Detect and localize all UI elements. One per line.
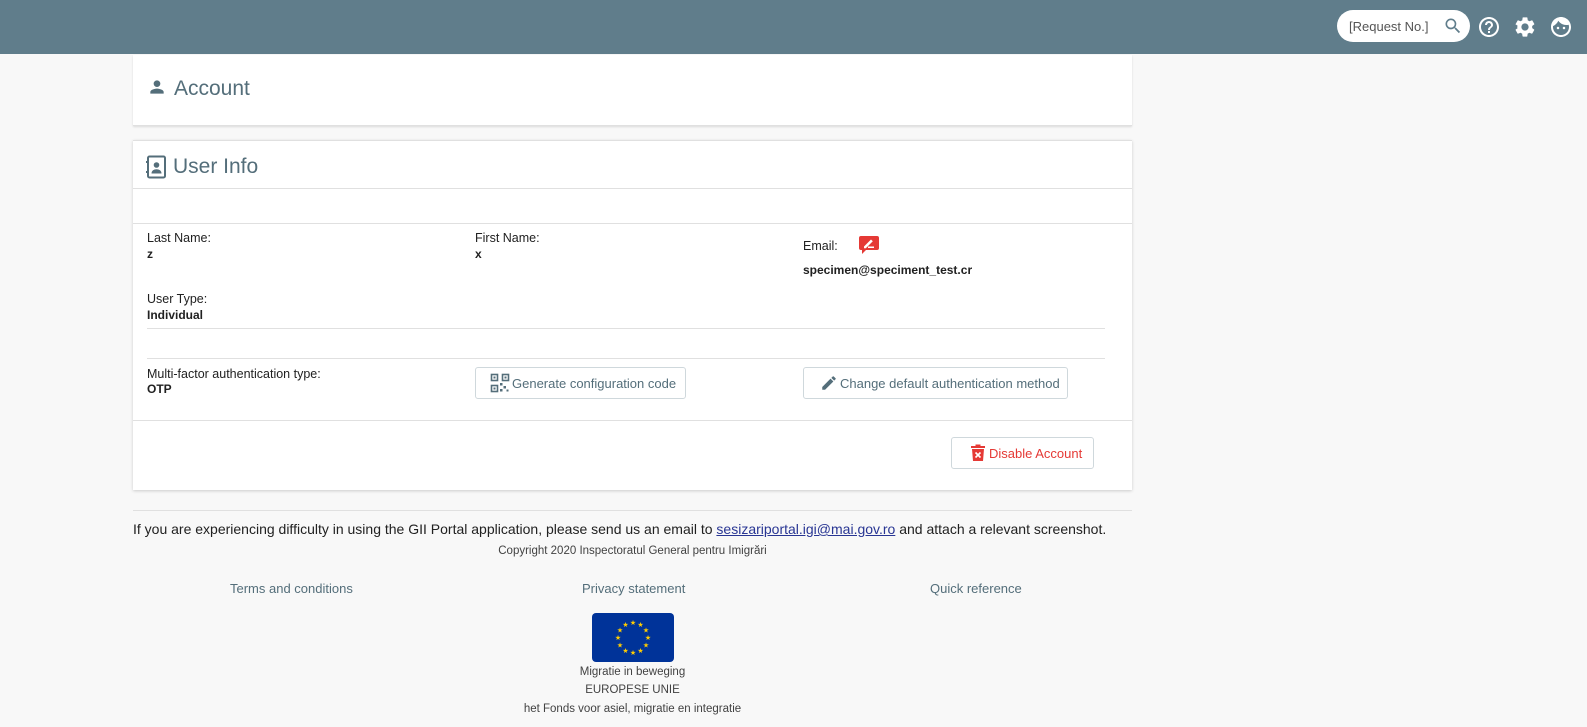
eu-text-line-3: het Fonds voor asiel, migratie en integr… xyxy=(523,703,742,715)
eu-star: ★ xyxy=(615,634,621,642)
eu-star: ★ xyxy=(630,649,636,657)
change-authentication-method-button[interactable]: Change default authentication method xyxy=(803,367,1068,399)
disable-account-label: Disable Account xyxy=(989,445,1083,461)
eu-text-line-2: EUROPESE UNIE xyxy=(585,684,680,696)
divider xyxy=(147,328,1105,329)
eu-star: ★ xyxy=(630,619,636,627)
email-value: specimen@speciment_test.cr xyxy=(803,263,973,277)
eu-star: ★ xyxy=(643,642,649,650)
search-box xyxy=(1337,10,1470,42)
user-info-card: User Info Last Name: z First Name: x Ema… xyxy=(133,140,1132,490)
support-email-link[interactable]: sesizariportal.igi@mai.gov.ro xyxy=(716,521,895,537)
help-text-prefix: If you are experiencing difficulty in us… xyxy=(133,521,713,537)
contact-card-icon xyxy=(146,155,168,184)
first-name-value: x xyxy=(475,247,482,261)
eu-star: ★ xyxy=(637,647,643,655)
eu-flag-logo: ★ ★ ★ ★ ★ ★ ★ ★ ★ ★ ★ ★ xyxy=(592,613,674,662)
user-type-label: User Type: xyxy=(147,292,208,306)
email-label: Email: xyxy=(803,239,838,253)
generate-configuration-code-label: Generate configuration code xyxy=(512,375,677,391)
request-number-search-input[interactable] xyxy=(1349,18,1439,35)
help-text: If you are experiencing difficulty in us… xyxy=(133,521,1106,537)
change-authentication-method-label: Change default authentication method xyxy=(840,375,1060,391)
first-name-label: First Name: xyxy=(475,231,540,245)
footer-divider xyxy=(133,510,1132,511)
eu-text-line-1: Migratie in beweging xyxy=(579,666,686,678)
edit-message-icon[interactable] xyxy=(859,236,879,259)
pencil-icon xyxy=(820,374,840,392)
mfa-type-label: Multi-factor authentication type: xyxy=(147,367,321,381)
eu-star: ★ xyxy=(617,642,623,650)
delete-forever-icon xyxy=(970,444,989,462)
eu-star: ★ xyxy=(622,621,628,629)
person-icon xyxy=(147,77,167,102)
quick-reference-link[interactable]: Quick reference xyxy=(930,581,1022,596)
divider xyxy=(147,358,1105,359)
user-info-title: User Info xyxy=(173,155,259,178)
generate-configuration-code-button[interactable]: Generate configuration code xyxy=(475,367,686,399)
user-type-value: Individual xyxy=(147,308,204,322)
help-text-suffix: and attach a relevant screenshot. xyxy=(899,521,1107,537)
gear-icon[interactable] xyxy=(1513,15,1537,39)
account-card: Account xyxy=(133,55,1132,126)
disable-account-button[interactable]: Disable Account xyxy=(951,437,1094,469)
account-face-icon[interactable] xyxy=(1549,15,1573,39)
help-icon[interactable] xyxy=(1477,15,1501,39)
divider xyxy=(133,420,1132,421)
last-name-value: z xyxy=(147,247,153,261)
search-icon[interactable] xyxy=(1443,16,1463,36)
privacy-statement-link[interactable]: Privacy statement xyxy=(582,581,685,596)
divider xyxy=(133,188,1132,189)
terms-and-conditions-link[interactable]: Terms and conditions xyxy=(230,581,353,596)
copyright-text: Copyright 2020 Inspectoratul General pen… xyxy=(498,545,767,557)
last-name-label: Last Name: xyxy=(147,231,211,245)
top-bar xyxy=(0,0,1587,54)
qr-code-icon xyxy=(490,373,512,393)
eu-star: ★ xyxy=(622,647,628,655)
mfa-type-value: OTP xyxy=(147,382,172,396)
divider xyxy=(133,223,1132,224)
account-title: Account xyxy=(174,77,250,100)
